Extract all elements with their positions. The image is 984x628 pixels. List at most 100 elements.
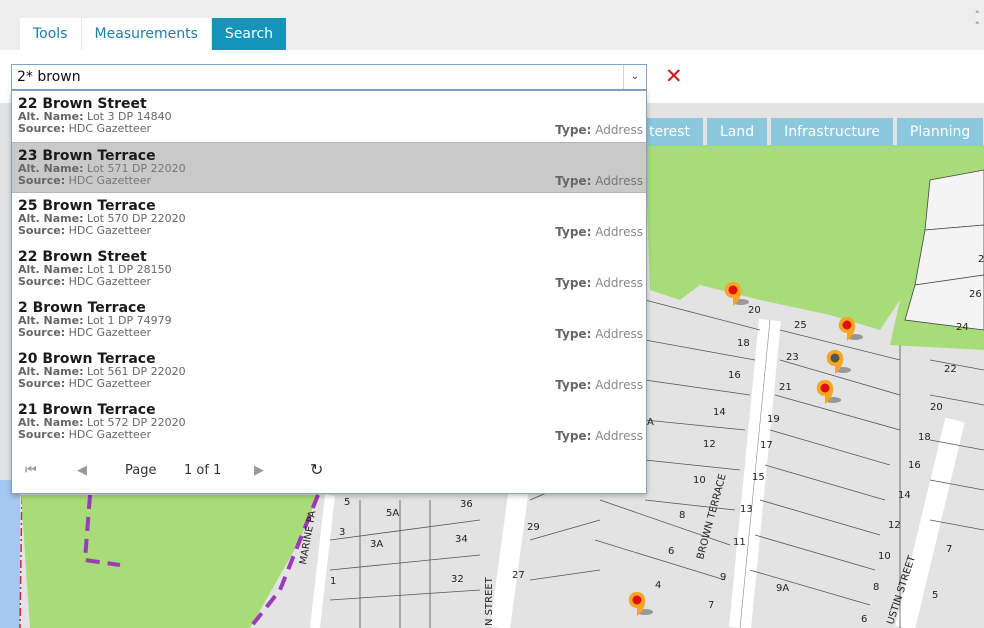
result-title: 2 Brown Terrace: [18, 300, 146, 316]
page-number[interactable]: 1 of 1: [184, 463, 221, 478]
tab-search[interactable]: Search: [211, 18, 287, 50]
next-page-icon[interactable]: ▶: [254, 463, 264, 478]
map-layer-tabs: terest Land Infrastructure Planning: [645, 118, 984, 146]
source-label: Source:: [18, 224, 66, 237]
result-item[interactable]: 22 Brown Street Alt. Name: Lot 3 DP 14840…: [12, 91, 646, 142]
svg-text:16: 16: [908, 460, 921, 471]
type-label: Type:: [555, 174, 592, 188]
result-item[interactable]: 25 Brown Terrace Alt. Name: Lot 570 DP 22…: [12, 193, 646, 244]
result-title: 22 Brown Street: [18, 96, 147, 112]
svg-text:8: 8: [873, 582, 879, 593]
type-label: Type:: [555, 123, 592, 137]
svg-text:14: 14: [898, 490, 911, 501]
source-label: Source:: [18, 174, 66, 187]
map-tab-planning[interactable]: Planning: [896, 118, 984, 146]
result-type: Type: Address: [555, 225, 643, 239]
previous-page-icon[interactable]: ◀: [77, 463, 87, 478]
search-results-dropdown: 22 Brown Street Alt. Name: Lot 3 DP 14840…: [11, 90, 647, 494]
result-item[interactable]: 22 Brown Street Alt. Name: Lot 1 DP 28150…: [12, 244, 646, 295]
result-source: Source: HDC Gazetteer: [18, 378, 646, 390]
panel-header: Tools Measurements Search ˄ ˄: [0, 0, 984, 50]
type-value: Address: [595, 378, 643, 392]
svg-text:23: 23: [786, 352, 799, 363]
result-type: Type: Address: [555, 378, 643, 392]
svg-text:14: 14: [713, 407, 726, 418]
svg-text:29: 29: [527, 522, 540, 533]
tab-strip: Tools Measurements Search: [20, 18, 287, 50]
svg-text:13: 13: [740, 504, 753, 515]
result-item[interactable]: 21 Brown Terrace Alt. Name: Lot 572 DP 22…: [12, 397, 646, 448]
result-type: Type: Address: [555, 174, 643, 188]
result-item[interactable]: 2 Brown Terrace Alt. Name: Lot 1 DP 74979…: [12, 295, 646, 346]
svg-text:4: 4: [655, 580, 661, 591]
source-label: Source:: [18, 377, 66, 390]
svg-text:16: 16: [728, 370, 741, 381]
type-value: Address: [595, 327, 643, 341]
svg-text:22: 22: [944, 364, 957, 375]
source-value: HDC Gazetteer: [68, 326, 152, 339]
svg-text:5: 5: [932, 590, 938, 601]
page-label: Page: [125, 463, 157, 478]
svg-text:21: 21: [779, 382, 792, 393]
result-item[interactable]: 23 Brown Terrace Alt. Name: Lot 571 DP 22…: [12, 142, 646, 193]
svg-text:24: 24: [956, 322, 969, 333]
type-value: Address: [595, 225, 643, 239]
tab-measurements[interactable]: Measurements: [81, 18, 212, 50]
close-icon[interactable]: ✕: [665, 65, 683, 87]
svg-text:3A: 3A: [370, 539, 383, 550]
source-label: Source:: [18, 326, 66, 339]
svg-text:12: 12: [888, 520, 901, 531]
result-source: Source: HDC Gazetteer: [18, 225, 646, 237]
type-value: Address: [595, 123, 643, 137]
type-label: Type:: [555, 378, 592, 392]
source-value: HDC Gazetteer: [68, 428, 152, 441]
svg-text:6: 6: [861, 614, 867, 625]
result-type: Type: Address: [555, 123, 643, 137]
svg-text:15: 15: [752, 472, 765, 483]
result-title: 23 Brown Terrace: [18, 148, 156, 164]
first-page-icon[interactable]: ⏮: [25, 463, 37, 478]
type-label: Type:: [555, 276, 592, 290]
result-source: Source: HDC Gazetteer: [18, 175, 646, 187]
svg-text:5A: 5A: [386, 508, 399, 519]
svg-text:8: 8: [679, 510, 685, 521]
svg-text:2: 2: [978, 254, 984, 265]
svg-text:3: 3: [339, 527, 345, 538]
map-tab-interest[interactable]: terest: [645, 118, 703, 146]
result-source: Source: HDC Gazetteer: [18, 327, 646, 339]
svg-text:9A: 9A: [776, 583, 789, 594]
search-input[interactable]: [12, 65, 622, 89]
chevron-down-icon[interactable]: ⌄: [623, 65, 646, 89]
svg-text:5: 5: [344, 497, 350, 508]
double-chevron-up-icon[interactable]: ˄ ˄: [975, 10, 981, 32]
svg-text:10: 10: [693, 475, 706, 486]
svg-text:1: 1: [330, 576, 336, 587]
svg-text:18: 18: [737, 338, 750, 349]
result-title: 22 Brown Street: [18, 249, 147, 265]
source-label: Source:: [18, 428, 66, 441]
type-label: Type:: [555, 327, 592, 341]
map-tab-infrastructure[interactable]: Infrastructure: [771, 118, 893, 146]
result-title: 21 Brown Terrace: [18, 402, 156, 418]
svg-text:10: 10: [878, 551, 891, 562]
map-tab-land[interactable]: Land: [706, 118, 768, 146]
type-label: Type:: [555, 429, 592, 443]
refresh-icon[interactable]: ↻: [310, 460, 323, 479]
source-value: HDC Gazetteer: [68, 122, 152, 135]
tab-tools[interactable]: Tools: [20, 18, 82, 50]
svg-text:25: 25: [794, 320, 807, 331]
svg-text:N STREET: N STREET: [484, 576, 495, 626]
svg-text:26: 26: [969, 289, 982, 300]
result-item[interactable]: 20 Brown Terrace Alt. Name: Lot 561 DP 22…: [12, 346, 646, 397]
pagination: ⏮ ◀ Page 1 of 1 ▶ ↻: [12, 453, 646, 493]
type-value: Address: [595, 429, 643, 443]
source-value: HDC Gazetteer: [68, 377, 152, 390]
type-value: Address: [595, 174, 643, 188]
result-type: Type: Address: [555, 429, 643, 443]
type-value: Address: [595, 276, 643, 290]
svg-text:27: 27: [512, 570, 525, 581]
svg-text:17: 17: [760, 440, 773, 451]
svg-text:11: 11: [733, 537, 746, 548]
result-title: 25 Brown Terrace: [18, 198, 156, 214]
type-label: Type:: [555, 225, 592, 239]
